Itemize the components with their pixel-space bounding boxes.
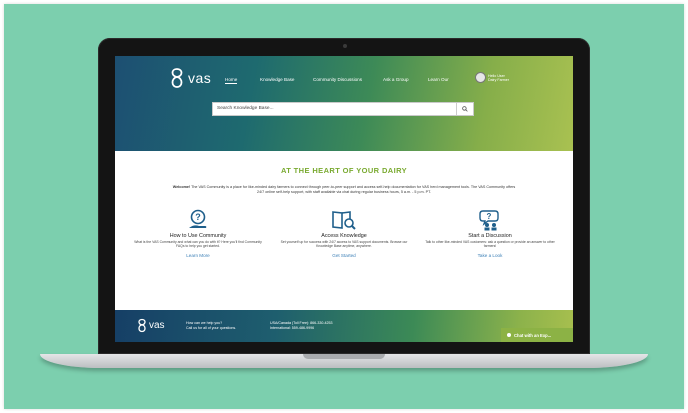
welcome-text: Welcome! The VAS Community is a place fo… [170, 185, 518, 195]
laptop-screen: vas Home Knowledge Base Community Discus… [115, 56, 573, 342]
vas-logo-icon [171, 68, 183, 88]
user-menu[interactable]: Hello User Dairy Farmer [475, 72, 509, 83]
chat-icon [507, 333, 511, 337]
footer-logo-text: vas [149, 320, 165, 331]
chat-button[interactable]: Chat with an Exp... [501, 328, 573, 342]
search-input[interactable]: Search Knowledge Base... [217, 106, 274, 111]
nav-learn[interactable]: Learn Our [428, 77, 449, 82]
page-title: AT THE HEART OF YOUR DAIRY [280, 166, 408, 175]
svg-text:?: ? [195, 212, 201, 222]
feature-description: What is the VAS Community and what can y… [134, 240, 262, 249]
vas-logo-icon [138, 318, 146, 333]
svg-text:?: ? [487, 212, 492, 221]
footer-logo[interactable]: vas [136, 318, 165, 333]
vas-logo[interactable]: vas [168, 67, 211, 89]
webcam-icon [343, 44, 347, 48]
user-role: Dairy Farmer [488, 77, 509, 82]
feature-start-discussion: ? Start a Discussion Talk to other like-… [415, 209, 565, 258]
footer-help: How can we help you? Call us for all of … [186, 321, 236, 331]
chat-label: Chat with an Exp... [514, 332, 552, 338]
nav-ask-a-group[interactable]: Ask a Group [383, 77, 409, 82]
feature-title: Access Knowledge [321, 233, 367, 239]
question-hand-icon: ? [189, 209, 207, 228]
search-bar[interactable]: Search Knowledge Base... [212, 102, 474, 116]
feature-description: Set yourself up for success with 24/7 ac… [280, 240, 408, 249]
nav-home[interactable]: Home [225, 77, 238, 84]
welcome-body: The VAS Community is a place for like-mi… [190, 185, 516, 194]
search-icon [462, 106, 468, 112]
nav-community-discussions[interactable]: Community Discussions [313, 77, 362, 82]
feature-description: Talk to other like-minded VAS customers:… [425, 240, 555, 249]
welcome-lead: Welcome! [172, 185, 191, 189]
book-search-icon [332, 211, 356, 230]
learn-more-link[interactable]: Learn More [123, 253, 273, 258]
hero-banner: vas Home Knowledge Base Community Discus… [115, 56, 573, 151]
get-started-link[interactable]: Get Started [269, 253, 419, 258]
footer-help-text: Call us for all of your questions. [186, 326, 237, 330]
feature-how-to-use: ? How to Use Community What is the VAS C… [123, 209, 273, 258]
feature-title: Start a Discussion [468, 233, 512, 239]
search-button[interactable] [456, 103, 473, 115]
user-info: Hello User Dairy Farmer [488, 74, 509, 82]
feature-access-knowledge: Access Knowledge Set yourself up for suc… [269, 209, 419, 258]
laptop-notch [303, 354, 385, 359]
avatar [475, 72, 486, 83]
feature-title: How to Use Community [169, 233, 227, 239]
footer-contact: USA/Canada (Toll Free): 866-330-4253 Int… [270, 321, 333, 331]
nav-knowledge-base[interactable]: Knowledge Base [260, 77, 294, 82]
people-question-icon: ? [479, 210, 499, 231]
phone-international[interactable]: International: 559-486-9996 [270, 326, 333, 331]
logo-text: vas [188, 70, 212, 86]
take-a-look-link[interactable]: Take a Look [415, 253, 565, 258]
